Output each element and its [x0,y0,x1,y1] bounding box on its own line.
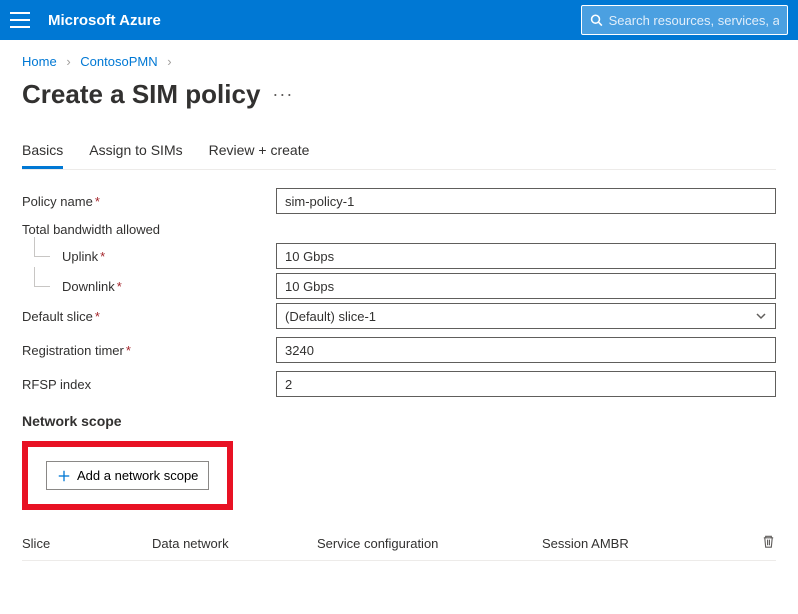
col-slice: Slice [22,536,152,551]
trash-icon[interactable] [761,534,776,549]
highlight-callout: Add a network scope [22,441,233,510]
registration-timer-label: Registration timer* [22,343,276,358]
rfsp-index-input[interactable] [276,371,776,397]
top-header: Microsoft Azure [0,0,798,40]
hamburger-menu-icon[interactable] [10,10,30,30]
tab-review-create[interactable]: Review + create [209,134,310,169]
tab-assign-to-sims[interactable]: Assign to SIMs [89,134,182,169]
page-title-row: Create a SIM policy ··· [0,75,798,134]
total-bandwidth-label: Total bandwidth allowed [22,222,776,237]
brand-label: Microsoft Azure [48,12,161,29]
breadcrumb: Home › ContosoPMN › [0,40,798,75]
scope-table-header: Slice Data network Service configuration… [22,526,776,561]
tree-connector-icon [22,273,62,299]
more-actions-icon[interactable]: ··· [272,84,293,105]
add-network-scope-button[interactable]: Add a network scope [46,461,209,490]
policy-name-label: Policy name* [22,194,276,209]
tree-connector-icon [22,243,62,269]
chevron-right-icon: › [66,54,70,69]
downlink-input[interactable] [276,273,776,299]
registration-timer-input[interactable] [276,337,776,363]
policy-name-input[interactable] [276,188,776,214]
breadcrumb-home[interactable]: Home [22,54,57,69]
search-input[interactable] [609,13,779,28]
tabs: Basics Assign to SIMs Review + create [22,134,776,170]
page-title: Create a SIM policy [22,79,260,110]
global-search[interactable] [581,5,788,35]
form-basics: Policy name* Total bandwidth allowed Upl… [0,188,798,561]
uplink-input[interactable] [276,243,776,269]
breadcrumb-resource[interactable]: ContosoPMN [80,54,157,69]
search-icon [590,13,603,27]
chevron-right-icon: › [167,54,171,69]
col-data-network: Data network [152,536,317,551]
rfsp-index-label: RFSP index [22,377,276,392]
uplink-label: Uplink* [62,249,276,264]
network-scope-heading: Network scope [22,413,776,429]
default-slice-label: Default slice* [22,309,276,324]
default-slice-select[interactable]: (Default) slice-1 [276,303,776,329]
downlink-label: Downlink* [62,279,276,294]
col-session-ambr: Session AMBR [542,536,682,551]
plus-icon [57,469,71,483]
tab-basics[interactable]: Basics [22,134,63,169]
col-service-configuration: Service configuration [317,536,542,551]
